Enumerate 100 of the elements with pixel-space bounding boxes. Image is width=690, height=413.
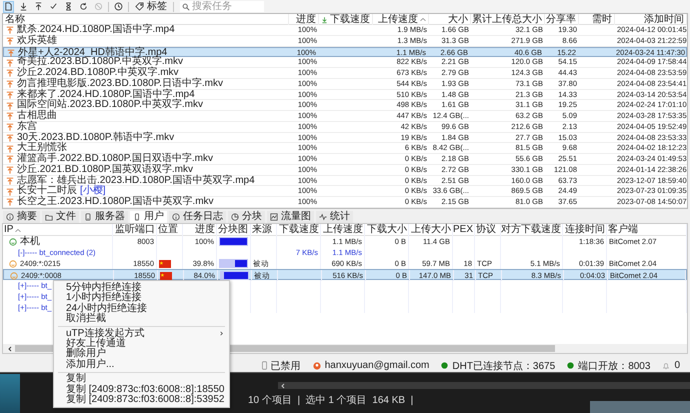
column-header[interactable]: 需时 xyxy=(579,14,615,25)
bell-icon xyxy=(662,362,670,370)
upload-icon xyxy=(34,2,43,11)
sort-caret-icon xyxy=(15,228,22,232)
column-header[interactable]: 进度 xyxy=(183,224,217,236)
task-name: 国际空间站.2023.BD.1080P.中英双字.mkv xyxy=(17,100,203,110)
status-text: 端口开放：8003 xyxy=(578,360,650,372)
menu-item[interactable]: 删除用户 xyxy=(54,349,230,360)
info-icon xyxy=(6,213,14,221)
toolbar-button[interactable] xyxy=(3,0,14,12)
download-icon xyxy=(19,2,28,11)
task-name: 长安十二时辰 xyxy=(17,186,77,196)
upload-icon xyxy=(6,198,14,206)
peer-icon xyxy=(10,272,18,280)
flag-icon xyxy=(159,260,171,268)
tag-icon xyxy=(135,2,144,11)
hourglass-icon xyxy=(64,2,73,11)
column-header[interactable]: 大小 xyxy=(429,14,471,25)
column-header[interactable]: 来源 xyxy=(251,224,277,236)
upload-icon xyxy=(6,176,14,185)
header-label: 需时 xyxy=(592,14,612,25)
status-text: 已禁用 xyxy=(270,360,301,372)
pie-chart-icon xyxy=(231,213,239,221)
clock-icon xyxy=(114,2,123,11)
status-text: DHT已连接节点：3675 xyxy=(452,360,556,372)
checkmark-icon xyxy=(49,2,58,11)
status-text: 10 个项目 | 选中 1 个项目 164 KB | xyxy=(248,394,414,407)
peer-icon xyxy=(9,238,17,246)
header-label: 位置 xyxy=(158,224,178,236)
task-name: 来都来了.2024.HD.1080P.国语中字.mp4 xyxy=(17,90,195,100)
status-text: 0 xyxy=(674,360,680,371)
upload-icon xyxy=(6,26,14,34)
status-dot xyxy=(567,362,574,369)
menu-item[interactable]: 添加用户... xyxy=(54,360,230,370)
upload-icon xyxy=(6,166,14,174)
status-dot xyxy=(441,362,448,369)
tab[interactable]: 文件 xyxy=(42,211,79,223)
upload-icon xyxy=(6,123,14,132)
header-label: 来源 xyxy=(252,224,272,236)
task-name: 欢乐英雄 xyxy=(17,36,57,46)
header-label: 协议 xyxy=(476,224,496,236)
toolbar-button[interactable] xyxy=(113,0,124,12)
header-label: 添加时间 xyxy=(644,14,684,25)
scroll-left-icon[interactable] xyxy=(7,346,13,352)
toggle-icon xyxy=(262,361,267,370)
header-label: IP xyxy=(4,224,14,236)
refresh-icon xyxy=(79,2,88,11)
column-header[interactable]: 协议 xyxy=(475,224,501,236)
upload-icon xyxy=(6,58,14,67)
header-label: 名称 xyxy=(5,14,25,25)
toolbar-button[interactable] xyxy=(18,0,29,12)
folder-icon xyxy=(45,213,53,221)
window-background xyxy=(0,374,20,413)
column-header[interactable]: 位置 xyxy=(157,224,183,236)
search-field[interactable]: 搜索任务 xyxy=(180,1,264,12)
user-icon xyxy=(312,362,321,370)
header-label: 大小 xyxy=(448,14,468,25)
tab[interactable]: 分块 xyxy=(228,211,265,223)
menu-item[interactable]: 复制 [2409:873c:f03:6008::8]:53952 xyxy=(54,394,230,406)
tag-button[interactable]: 标签 xyxy=(133,0,169,12)
task-name: 沙丘2.2024.BD.1080P.中英双字.mkv xyxy=(17,68,179,78)
upload-icon xyxy=(7,48,15,57)
task-name: 长空之王.2023.HD.1080P.国语中英双字.mkv xyxy=(17,197,214,208)
toolbar-button[interactable] xyxy=(78,0,89,12)
download-icon xyxy=(321,16,328,24)
column-header[interactable]: 添加时间 xyxy=(615,14,687,25)
menu-item[interactable]: 1小时内拒绝连接 xyxy=(54,293,230,304)
info-icon xyxy=(172,213,180,221)
task-tag: [小樱] xyxy=(80,186,106,197)
menu-item[interactable]: uTP连接发起方式 xyxy=(54,328,230,339)
horizontal-scrollbar[interactable] xyxy=(278,382,690,389)
tab[interactable]: 摘要 xyxy=(3,211,40,223)
pulse-icon xyxy=(319,213,327,221)
tab[interactable]: 流量图 xyxy=(267,211,314,223)
menu-item[interactable]: 取消拦截 xyxy=(54,314,230,325)
tab[interactable]: 服务器 xyxy=(81,211,128,223)
upload-icon xyxy=(6,80,14,88)
document-icon xyxy=(4,2,13,11)
column-header[interactable]: 客户端 xyxy=(607,224,687,236)
menu-item[interactable]: 好友上传通道 xyxy=(54,338,230,350)
task-name: 外星+人2-2024_HD韩语中字.mp4 xyxy=(18,48,168,58)
column-header[interactable]: 名称 xyxy=(3,14,289,25)
tab[interactable]: 用户 xyxy=(130,211,167,223)
toolbar-button[interactable] xyxy=(33,0,44,12)
upload-icon xyxy=(6,37,14,46)
menu-item[interactable]: 复制 xyxy=(54,374,230,385)
column-header[interactable]: IP xyxy=(3,224,113,236)
header-label: 进度 xyxy=(195,224,215,236)
task-name: 沙丘.2021.BD.1080P.国英双语双字.mkv xyxy=(17,164,193,175)
menu-item[interactable]: 复制 [2409:873c:f03:6008::8]:18550 xyxy=(54,384,230,395)
task-name: 30天.2023.BD.1080P.韩语中字.mkv xyxy=(17,132,174,142)
task-name: 大王别慌张 xyxy=(17,143,67,154)
upload-icon xyxy=(6,155,14,164)
tab[interactable]: 统计 xyxy=(316,211,353,223)
sort-caret-icon xyxy=(420,18,426,21)
flag-icon xyxy=(160,272,172,280)
upload-icon xyxy=(6,112,14,120)
upload-icon xyxy=(6,134,14,142)
tab[interactable]: 任务日志 xyxy=(169,211,226,223)
task-name: 默杀.2024.HD.1080P.国语中字.mp4 xyxy=(17,25,175,35)
